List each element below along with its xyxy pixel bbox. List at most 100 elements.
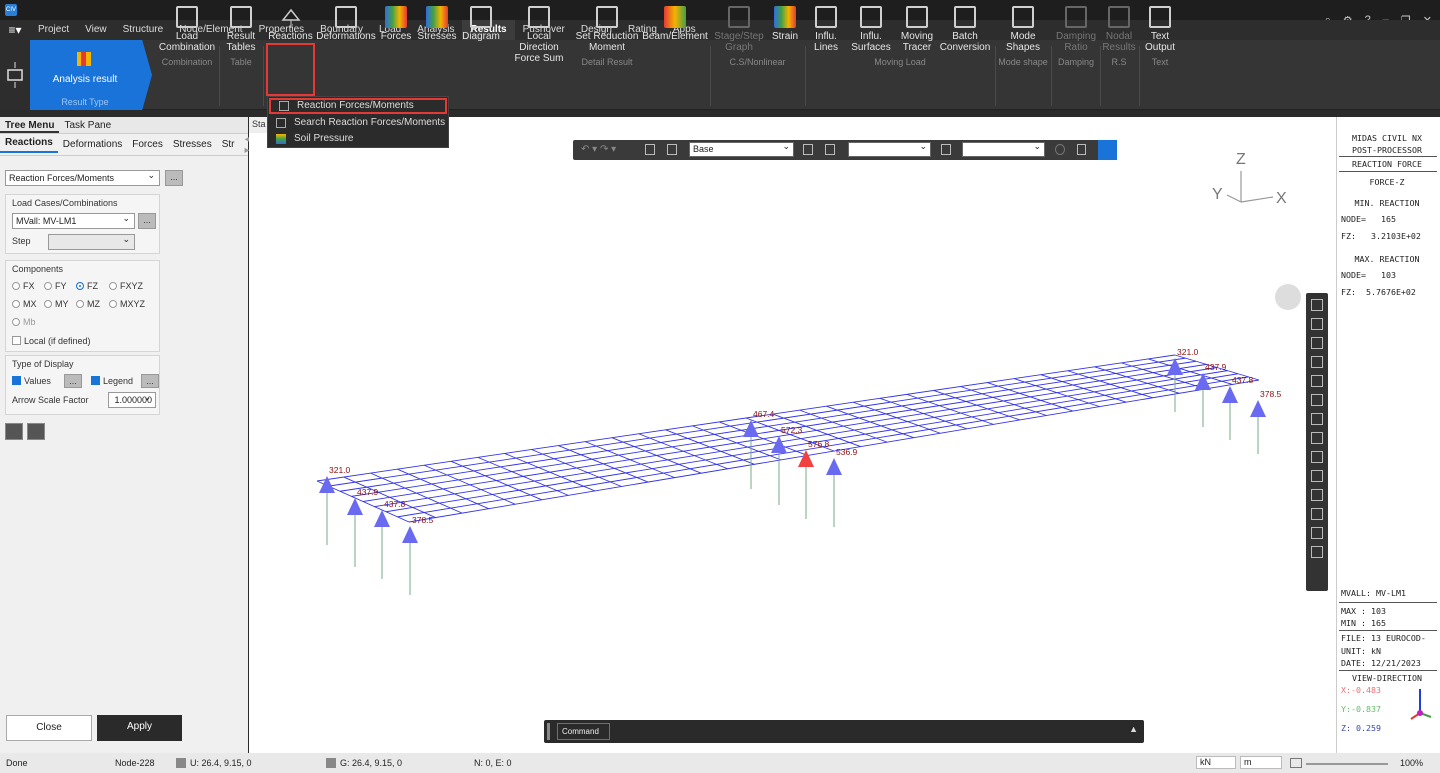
moving-tracer-icon: [906, 6, 928, 28]
radio-fz[interactable]: FZ: [76, 281, 98, 291]
damping-ratio-button[interactable]: Damping Ratio: [1054, 6, 1098, 53]
strain-button[interactable]: Strain: [768, 6, 802, 42]
reaction-value-label: 437.8: [384, 499, 406, 509]
stresses-button[interactable]: Stresses: [416, 6, 458, 42]
tool-icon-3[interactable]: [1311, 337, 1323, 349]
load-case-more-button[interactable]: ...: [138, 213, 156, 229]
command-grip-icon[interactable]: [547, 723, 550, 740]
ribbon-pin[interactable]: [0, 40, 30, 110]
reaction-type-more-button[interactable]: ...: [165, 170, 183, 186]
divider: [1139, 46, 1140, 106]
subtab-str[interactable]: Str: [217, 139, 240, 150]
nodal-results-button[interactable]: Nodal Results: [1102, 6, 1136, 53]
zoom-slider[interactable]: [1306, 763, 1388, 765]
text-output-button[interactable]: Text Output: [1142, 6, 1178, 53]
radio-fx[interactable]: FX: [12, 281, 35, 291]
command-select[interactable]: Command: [557, 723, 610, 740]
arrow-scale-input[interactable]: 1.000000: [108, 390, 156, 408]
tool-icon-7[interactable]: [1311, 413, 1323, 425]
tool-icon-1[interactable]: [1311, 299, 1323, 311]
local-direction-force-sum-button[interactable]: Local Direction Force Sum: [506, 6, 572, 64]
il-label-2: Lines: [814, 42, 838, 53]
tool-icon-13[interactable]: [1311, 527, 1323, 539]
beam-element-icon: [664, 6, 686, 28]
tool-icon-5[interactable]: [1311, 375, 1323, 387]
subtab-stresses[interactable]: Stresses: [168, 139, 217, 150]
batch-conversion-button[interactable]: Batch Conversion: [938, 6, 992, 53]
view-cube-icon[interactable]: [1275, 284, 1301, 310]
subtab-forces[interactable]: Forces: [127, 139, 168, 150]
forces-button[interactable]: Forces: [378, 6, 414, 42]
subtab-reactions[interactable]: Reactions: [0, 137, 58, 153]
local-checkbox[interactable]: Local (if defined): [12, 336, 91, 346]
influ-lines-button[interactable]: Influ. Lines: [808, 6, 844, 53]
mode-shapes-button[interactable]: Mode Shapes: [998, 6, 1048, 53]
tool-icon-14[interactable]: [1311, 546, 1323, 558]
analysis-result-button[interactable]: Analysis result Result Type: [30, 40, 152, 110]
influ-surfaces-button[interactable]: Influ. Surfaces: [846, 6, 896, 53]
reactions-button[interactable]: Reactions: [267, 6, 314, 42]
radio-fy[interactable]: FY: [44, 281, 67, 291]
hamburger-icon[interactable]: ≡▾: [0, 23, 30, 37]
tool-icon-8[interactable]: [1311, 432, 1323, 444]
menu-project[interactable]: Project: [30, 20, 77, 40]
support-marker: [1222, 386, 1238, 403]
set-reduction-moment-button[interactable]: Set Reduction Moment: [574, 6, 640, 53]
tool-icon-9[interactable]: [1311, 451, 1323, 463]
step-select[interactable]: [48, 232, 135, 250]
reactions-highlight: [266, 43, 315, 96]
zoom-level[interactable]: 100%: [1400, 758, 1423, 768]
menu-view[interactable]: View: [77, 20, 115, 40]
legend-checkbox[interactable]: Legend: [91, 376, 133, 386]
close-button[interactable]: Close: [6, 715, 92, 741]
radio-my[interactable]: MY: [44, 299, 69, 309]
components-label: Components: [12, 264, 64, 274]
folder-open-icon[interactable]: [5, 423, 23, 440]
radio-fxyz[interactable]: FXYZ: [109, 281, 143, 291]
supports: 321.0 437.9 437.8 378.5 467.4 572.3 576.8 536.9…: [319, 347, 1282, 595]
tool-icon-4[interactable]: [1311, 356, 1323, 368]
length-unit-select[interactable]: m: [1240, 756, 1282, 769]
result-tables-button[interactable]: Result Tables: [221, 6, 261, 53]
subtab-deformations[interactable]: Deformations: [58, 139, 127, 150]
moving-load-group-label: Moving Load: [874, 57, 926, 67]
force-unit-select[interactable]: kN: [1196, 756, 1236, 769]
moving-tracer-button[interactable]: Moving Tracer: [898, 6, 936, 53]
beam-element-button[interactable]: Beam/Element: [642, 6, 708, 42]
radio-mz[interactable]: MZ: [76, 299, 100, 309]
reaction-type-select[interactable]: Reaction Forces/Moments: [5, 168, 160, 186]
dropdown-reaction-forces[interactable]: Reaction Forces/Moments: [269, 98, 447, 114]
zoom-fit-icon[interactable]: [1290, 758, 1302, 768]
values-checkbox[interactable]: Values: [12, 376, 51, 386]
folder-save-icon[interactable]: [27, 423, 45, 440]
apply-button[interactable]: Apply: [97, 715, 182, 741]
values-more-button[interactable]: ...: [64, 374, 82, 388]
load-combination-button[interactable]: Load Combination: [158, 6, 216, 53]
load-case-select[interactable]: MVall: MV-LM1: [12, 211, 135, 229]
diagram-button[interactable]: Diagram: [460, 6, 502, 42]
tool-icon-10[interactable]: [1311, 470, 1323, 482]
dropdown-search-reaction[interactable]: Search Reaction Forces/Moments: [268, 115, 448, 131]
status-bar: Done Node-228 U: 26.4, 9.15, 0 G: 26.4, …: [0, 753, 1440, 773]
deformations-button[interactable]: Deformations: [316, 6, 376, 42]
grid-line: [316, 354, 1176, 482]
tab-tree-menu[interactable]: Tree Menu: [0, 117, 60, 133]
legend-unit: UNIT: kN: [1341, 646, 1381, 656]
radio-mx[interactable]: MX: [12, 299, 37, 309]
legend-more-button[interactable]: ...: [141, 374, 159, 388]
command-input[interactable]: [610, 723, 1130, 740]
dropdown-soil-pressure[interactable]: Soil Pressure: [268, 131, 448, 147]
grid-line: [374, 370, 1228, 508]
command-expand-icon[interactable]: ▲: [1129, 724, 1138, 734]
tool-icon-11[interactable]: [1311, 489, 1323, 501]
dropdown-label: Soil Pressure: [294, 133, 354, 144]
radio-mb[interactable]: Mb: [12, 317, 36, 327]
result-legend: MIDAS CIVIL NX POST-PROCESSOR REACTION F…: [1336, 117, 1440, 753]
tool-icon-12[interactable]: [1311, 508, 1323, 520]
tool-icon-6[interactable]: [1311, 394, 1323, 406]
stage-step-graph-button[interactable]: Stage/Step Graph: [713, 6, 765, 53]
reaction-value-label: 321.0: [1177, 347, 1199, 357]
tab-task-pane[interactable]: Task Pane: [59, 117, 116, 133]
radio-mxyz[interactable]: MXYZ: [109, 299, 145, 309]
tool-icon-2[interactable]: [1311, 318, 1323, 330]
